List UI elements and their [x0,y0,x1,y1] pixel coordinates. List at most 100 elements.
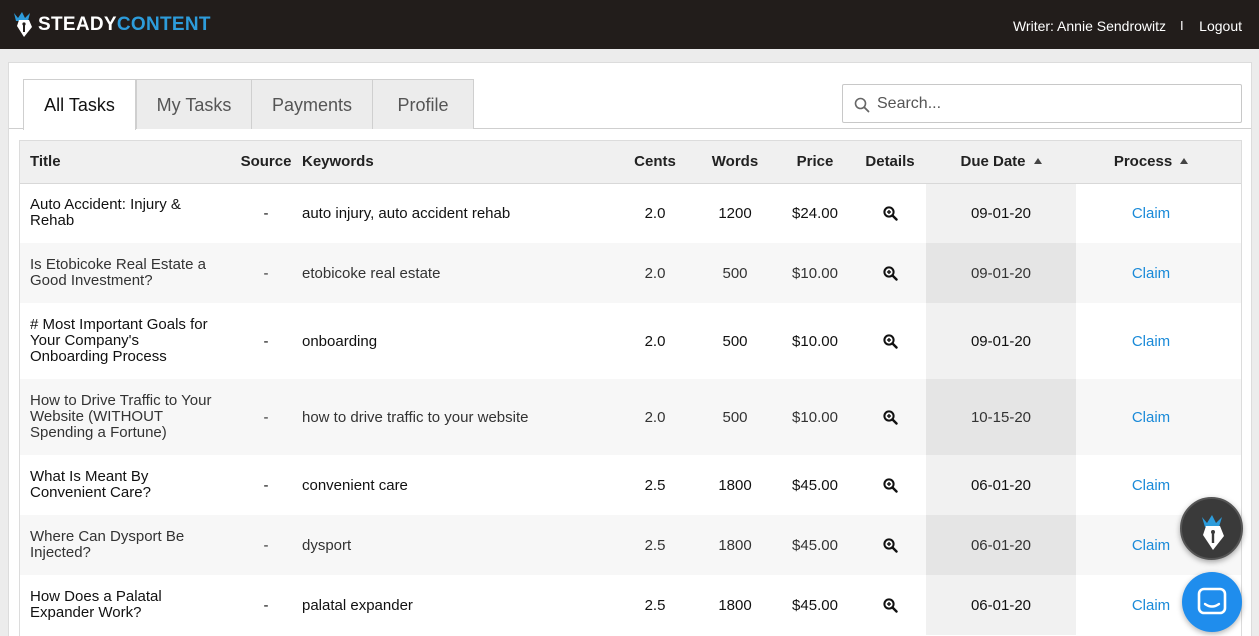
sort-ascending-icon[interactable] [1180,158,1189,165]
table-row: Where Can Dysport Be Injected? - dysport… [20,515,1241,575]
process-header-label: Process [1113,153,1173,171]
claim-link[interactable]: Claim [1132,537,1170,554]
tasks-table: Title Source Keywords Cents Words Price … [20,141,1241,635]
pen-crown-logo-icon [14,12,32,37]
claim-link[interactable]: Claim [1132,409,1170,426]
task-keywords: etobicoke real estate [302,264,441,282]
task-price: $24.00 [792,204,838,222]
task-due-date: 09-01-20 [926,243,1076,303]
logout-link[interactable]: Logout [1199,18,1242,34]
row-spacer [1226,183,1241,243]
column-header-price[interactable]: Price [776,141,854,184]
column-header-source[interactable]: Source [231,141,301,184]
logo-text-steady: STEADY [38,13,117,35]
task-title: # Most Important Goals for Your Company'… [30,316,208,365]
magnifier-plus-icon[interactable] [882,410,898,425]
tab-payments[interactable]: Payments [251,79,373,129]
tab-all-tasks[interactable]: All Tasks [23,79,136,130]
steadycontent-logo[interactable]: STEADYCONTENT [12,10,211,38]
task-title: What Is Meant By Convenient Care? [30,468,151,501]
chat-launcher-button[interactable] [1182,572,1242,632]
task-keywords: palatal expander [302,596,413,614]
task-price: $45.00 [792,596,838,614]
magnifier-plus-icon[interactable] [882,266,898,281]
tasks-table-container: Title Source Keywords Cents Words Price … [19,140,1242,636]
column-header-spacer [1226,141,1241,184]
pen-crown-logo-icon [1202,515,1224,550]
claim-link[interactable]: Claim [1132,477,1170,494]
magnifier-plus-icon[interactable] [882,206,898,221]
search-input[interactable] [877,85,1237,122]
due-date-header-label: Due Date [960,153,1026,171]
task-words: 1800 [718,476,752,494]
task-cents: 2.0 [644,204,666,222]
table-row: Is Etobicoke Real Estate a Good Investme… [20,243,1241,303]
writer-name: Writer: Annie Sendrowitz [1012,18,1166,34]
task-keywords: convenient care [302,476,408,494]
task-details [854,303,926,379]
task-price: $10.00 [792,264,838,282]
task-keywords: auto injury, auto accident rehab [302,204,511,222]
claim-link[interactable]: Claim [1132,333,1170,350]
magnifier-plus-icon[interactable] [882,538,898,553]
task-price: $45.00 [792,476,838,494]
task-source: - [263,332,269,350]
task-details [854,575,926,635]
task-source: - [263,408,269,426]
task-title: Where Can Dysport Be Injected? [30,528,185,561]
brand-help-button[interactable] [1180,497,1243,560]
table-row: How Does a Palatal Expander Work? - pala… [20,575,1241,635]
task-words: 500 [722,264,748,282]
table-row: Auto Accident: Injury & Rehab - auto inj… [20,183,1241,243]
task-cents: 2.0 [644,264,666,282]
task-price: $10.00 [792,408,838,426]
column-header-title[interactable]: Title [20,141,231,184]
task-details [854,243,926,303]
tab-my-tasks[interactable]: My Tasks [136,79,252,129]
column-header-cents[interactable]: Cents [616,141,694,184]
column-header-keywords[interactable]: Keywords [301,141,616,184]
task-title: Auto Accident: Injury & Rehab [30,196,181,230]
table-row: # Most Important Goals for Your Company'… [20,303,1241,379]
task-words: 1200 [718,204,752,222]
column-header-words[interactable]: Words [694,141,776,184]
task-due-date: 10-15-20 [926,379,1076,455]
row-spacer [1226,303,1241,379]
task-words: 1800 [718,596,752,614]
claim-link[interactable]: Claim [1132,265,1170,282]
task-words: 1800 [718,536,752,554]
search-box [842,84,1242,123]
nav-separator: I [1180,18,1184,33]
task-details [854,379,926,455]
claim-link[interactable]: Claim [1132,205,1170,222]
task-source: - [263,536,269,554]
task-title: How Does a Palatal Expander Work? [30,588,162,621]
task-source: - [263,264,269,282]
logo-text-content: CONTENT [116,13,211,35]
task-title: How to Drive Traffic to Your Website (WI… [30,392,212,441]
magnifier-plus-icon[interactable] [882,598,898,613]
task-source: - [263,476,269,494]
magnifier-plus-icon[interactable] [882,334,898,349]
chat-icon [1197,587,1227,615]
task-process: Claim [1076,183,1226,243]
table-header-row: Title Source Keywords Cents Words Price … [20,141,1241,184]
task-details [854,183,926,243]
task-title: Is Etobicoke Real Estate a Good Investme… [30,256,206,289]
row-spacer [1226,243,1241,303]
task-details [854,515,926,575]
task-price: $45.00 [792,536,838,554]
task-details [854,455,926,515]
magnifier-plus-icon[interactable] [882,478,898,493]
column-header-due-date[interactable]: Due Date [926,141,1076,184]
claim-link[interactable]: Claim [1132,597,1170,614]
column-header-process[interactable]: Process [1076,141,1226,184]
task-due-date: 06-01-20 [926,515,1076,575]
sort-ascending-icon[interactable] [1033,158,1042,165]
column-header-details: Details [854,141,926,184]
search-icon [854,97,870,113]
task-price: $10.00 [792,332,838,350]
tab-profile[interactable]: Profile [372,79,474,129]
task-words: 500 [722,408,748,426]
task-keywords: dysport [302,536,352,554]
